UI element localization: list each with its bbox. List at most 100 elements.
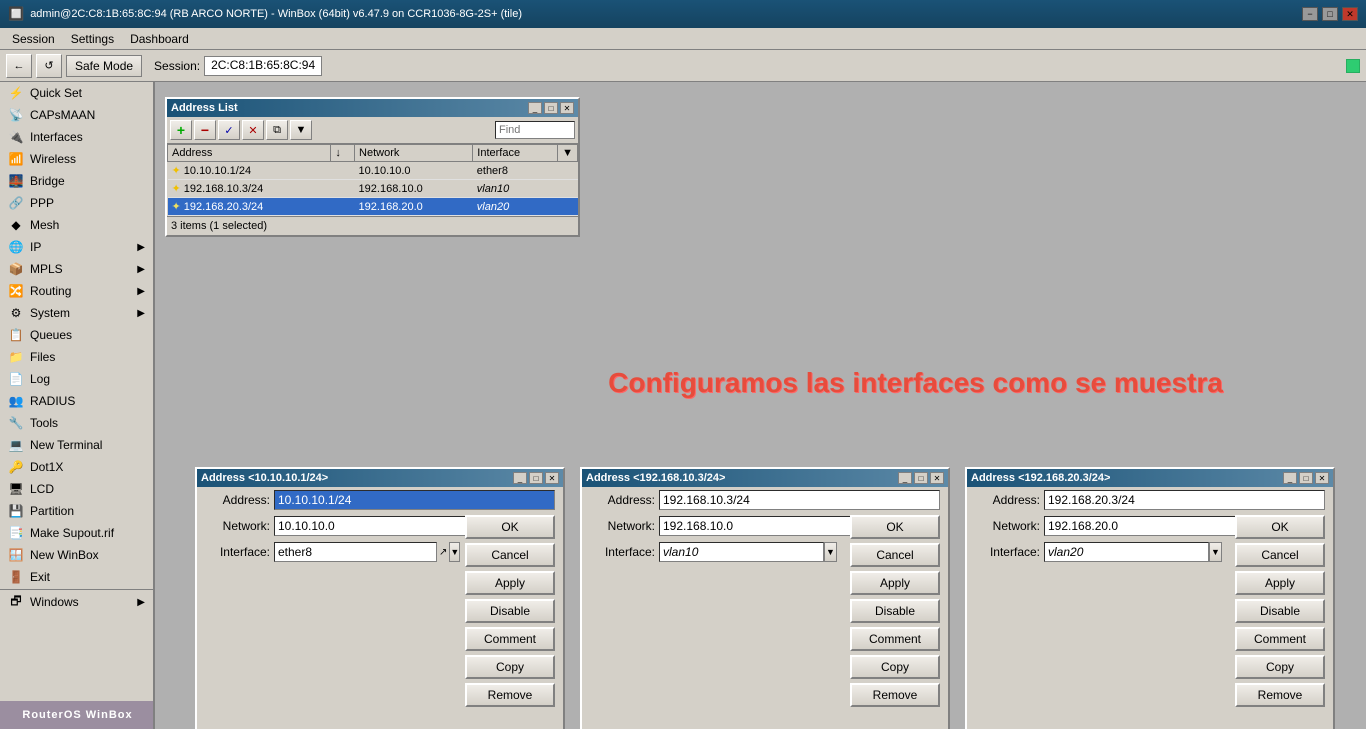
addr-find-input[interactable] xyxy=(495,121,575,139)
safe-mode-button[interactable]: Safe Mode xyxy=(66,55,142,77)
edit2-minimize-btn[interactable]: _ xyxy=(898,472,912,484)
addr-edit-1-disable-btn[interactable]: Disable xyxy=(465,599,555,623)
addr-edit-3-comment-btn[interactable]: Comment xyxy=(1235,627,1325,651)
addr-edit-1-ok-btn[interactable]: OK xyxy=(465,515,555,539)
sidebar-item-lcd[interactable]: 🖥 LCD xyxy=(0,478,153,500)
sidebar-item-capsman[interactable]: 📡 CAPsMAAN xyxy=(0,104,153,126)
mpls-arrow-icon: ▶ xyxy=(137,264,145,275)
addr-edit-1-cancel-btn[interactable]: Cancel xyxy=(465,543,555,567)
close-button[interactable]: ✕ xyxy=(1342,7,1358,21)
addr-edit-3-cancel-btn[interactable]: Cancel xyxy=(1235,543,1325,567)
addr-edit-3-disable-btn[interactable]: Disable xyxy=(1235,599,1325,623)
sidebar-item-queues[interactable]: 📋 Queues xyxy=(0,324,153,346)
sidebar-item-wireless[interactable]: 📶 Wireless xyxy=(0,148,153,170)
edit1-minimize-btn[interactable]: _ xyxy=(513,472,527,484)
sidebar-label-windows: Windows xyxy=(30,595,79,609)
addr-edit-3-apply-btn[interactable]: Apply xyxy=(1235,571,1325,595)
sidebar-item-tools[interactable]: 🔧 Tools xyxy=(0,412,153,434)
addr-edit-1-interface-dropdown-btn[interactable]: ▼ xyxy=(449,542,460,562)
sidebar-label-new-terminal: New Terminal xyxy=(30,438,102,452)
edit2-restore-btn[interactable]: □ xyxy=(914,472,928,484)
addr-edit-2-address-input[interactable] xyxy=(659,490,940,510)
sidebar-item-radius[interactable]: 👥 RADIUS xyxy=(0,390,153,412)
addr-edit-1-address-input[interactable] xyxy=(274,490,555,510)
sidebar-item-bridge[interactable]: 🌉 Bridge xyxy=(0,170,153,192)
addr-edit-3-address-input[interactable] xyxy=(1044,490,1325,510)
addr-list-close-btn[interactable]: ✕ xyxy=(560,102,574,114)
sidebar-item-quick-set[interactable]: ⚡ Quick Set xyxy=(0,82,153,104)
edit3-restore-btn[interactable]: □ xyxy=(1299,472,1313,484)
tools-icon: 🔧 xyxy=(8,415,24,431)
addr-edit-3-interface-input[interactable] xyxy=(1044,542,1209,562)
mpls-icon: 📦 xyxy=(8,261,24,277)
sidebar-label-new-winbox: New WinBox xyxy=(30,548,99,562)
addr-edit-3-copy-btn[interactable]: Copy xyxy=(1235,655,1325,679)
sidebar-item-mpls[interactable]: 📦 MPLS ▶ xyxy=(0,258,153,280)
sidebar-item-interfaces[interactable]: 🔌 Interfaces xyxy=(0,126,153,148)
menu-session[interactable]: Session xyxy=(4,30,63,48)
addr-edit-2-interface-dropdown-btn[interactable]: ▼ xyxy=(824,542,837,562)
addr-edit-3-ok-btn[interactable]: OK xyxy=(1235,515,1325,539)
addr-edit-2-remove-btn[interactable]: Remove xyxy=(850,683,940,707)
table-row[interactable]: ✦ 192.168.10.3/24 192.168.10.0 vlan10 xyxy=(168,180,578,198)
minimize-button[interactable]: − xyxy=(1302,7,1318,21)
sidebar-item-ppp[interactable]: 🔗 PPP xyxy=(0,192,153,214)
addr-edit-2-copy-btn[interactable]: Copy xyxy=(850,655,940,679)
edit3-close-btn[interactable]: ✕ xyxy=(1315,472,1329,484)
sidebar-item-mesh[interactable]: ◆ Mesh xyxy=(0,214,153,236)
addr-filter-btn[interactable]: ▼ xyxy=(290,120,312,140)
menu-settings[interactable]: Settings xyxy=(63,30,122,48)
addr-edit-1-interface-input[interactable] xyxy=(274,542,437,562)
sidebar-item-exit[interactable]: 🚪 Exit xyxy=(0,566,153,588)
sidebar-item-system[interactable]: ⚙ System ▶ xyxy=(0,302,153,324)
sidebar-item-partition[interactable]: 💾 Partition xyxy=(0,500,153,522)
edit1-restore-btn[interactable]: □ xyxy=(529,472,543,484)
addr-add-btn[interactable]: + xyxy=(170,120,192,140)
addr-edit-3-interface-dropdown-btn[interactable]: ▼ xyxy=(1209,542,1222,562)
sidebar-item-routing[interactable]: 🔀 Routing ▶ xyxy=(0,280,153,302)
maximize-button[interactable]: □ xyxy=(1322,7,1338,21)
table-row[interactable]: ✦ 10.10.10.1/24 10.10.10.0 ether8 xyxy=(168,162,578,180)
main-layout: ⚡ Quick Set 📡 CAPsMAAN 🔌 Interfaces 📶 Wi… xyxy=(0,82,1366,729)
table-row-selected[interactable]: ✦ 192.168.20.3/24 192.168.20.0 vlan20 xyxy=(168,198,578,216)
menu-dashboard[interactable]: Dashboard xyxy=(122,30,197,48)
addr-list-restore-btn[interactable]: □ xyxy=(544,102,558,114)
refresh-button[interactable]: ↺ xyxy=(36,54,62,78)
sidebar-item-windows[interactable]: 🗗 Windows ▶ xyxy=(0,591,153,613)
addr-edit-3-remove-btn[interactable]: Remove xyxy=(1235,683,1325,707)
edit3-minimize-btn[interactable]: _ xyxy=(1283,472,1297,484)
addr-enable-btn[interactable]: ✓ xyxy=(218,120,240,140)
sidebar-item-files[interactable]: 📁 Files xyxy=(0,346,153,368)
addr-disable-btn[interactable]: ✕ xyxy=(242,120,264,140)
windows-arrow-icon: ▶ xyxy=(137,597,145,608)
sidebar-item-log[interactable]: 📄 Log xyxy=(0,368,153,390)
sidebar-item-new-winbox[interactable]: 🪟 New WinBox xyxy=(0,544,153,566)
addr-edit-1-copy-btn[interactable]: Copy xyxy=(465,655,555,679)
edit2-close-btn[interactable]: ✕ xyxy=(930,472,944,484)
addr-edit-3-title-bar: Address <192.168.20.3/24> _ □ ✕ xyxy=(967,469,1333,487)
addr-list-minimize-btn[interactable]: _ xyxy=(528,102,542,114)
sidebar-item-new-terminal[interactable]: 💻 New Terminal xyxy=(0,434,153,456)
address-table: Address ↓ Network Interface ▼ ✦ 10.10.10… xyxy=(167,144,578,216)
mesh-icon: ◆ xyxy=(8,217,24,233)
addr-edit-2-comment-btn[interactable]: Comment xyxy=(850,627,940,651)
addr-edit-2-ok-btn[interactable]: OK xyxy=(850,515,940,539)
addr-edit-1-comment-btn[interactable]: Comment xyxy=(465,627,555,651)
queues-icon: 📋 xyxy=(8,327,24,343)
addr-edit-2-apply-btn[interactable]: Apply xyxy=(850,571,940,595)
addr-remove-btn[interactable]: − xyxy=(194,120,216,140)
addr-edit-2-disable-btn[interactable]: Disable xyxy=(850,599,940,623)
sidebar-item-ip[interactable]: 🌐 IP ▶ xyxy=(0,236,153,258)
sidebar-item-dot1x[interactable]: 🔑 Dot1X xyxy=(0,456,153,478)
back-button[interactable]: ← xyxy=(6,54,32,78)
row2-interface: vlan10 xyxy=(473,180,558,198)
addr-edit-2-interface-input[interactable] xyxy=(659,542,824,562)
addr-copy-btn[interactable]: ⧉ xyxy=(266,120,288,140)
addr-edit-1-remove-btn[interactable]: Remove xyxy=(465,683,555,707)
sidebar-item-make-supout[interactable]: 📑 Make Supout.rif xyxy=(0,522,153,544)
addr-edit-2-cancel-btn[interactable]: Cancel xyxy=(850,543,940,567)
title-text: admin@2C:C8:1B:65:8C:94 (RB ARCO NORTE) … xyxy=(30,8,522,20)
edit1-close-btn[interactable]: ✕ xyxy=(545,472,559,484)
addr-edit-1-apply-btn[interactable]: Apply xyxy=(465,571,555,595)
overlay-text: Configuramos las interfaces como se mues… xyxy=(310,367,1366,399)
